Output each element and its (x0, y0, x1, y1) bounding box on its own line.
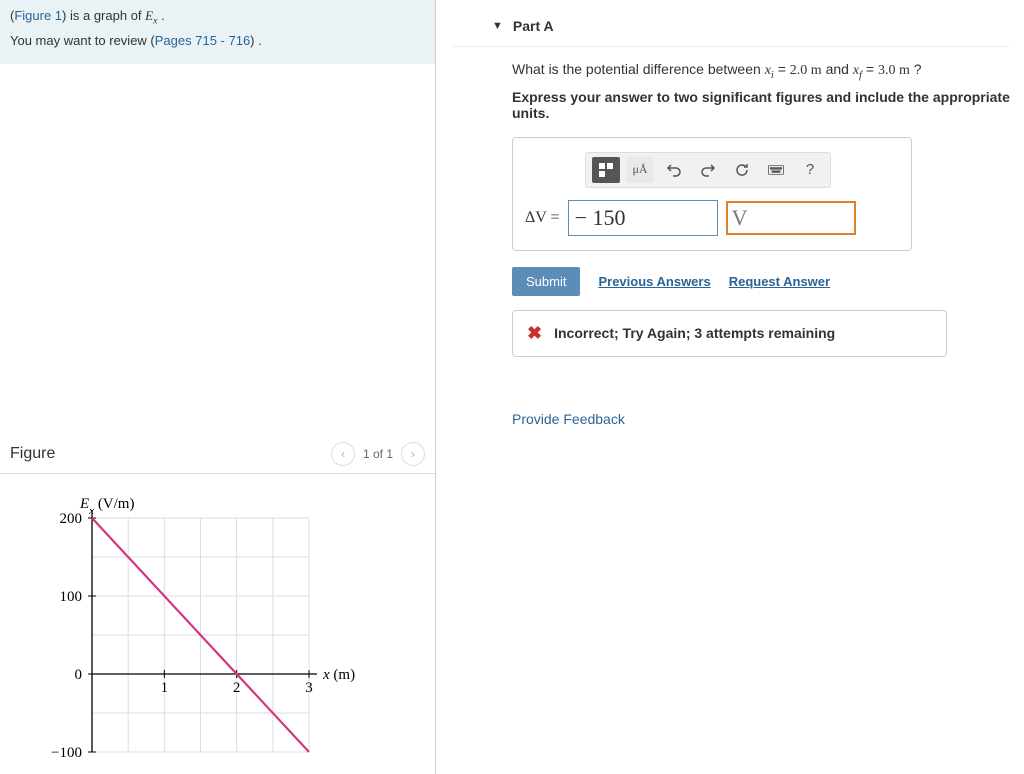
left-pane: (Figure 1) is a graph of Ex . You may wa… (0, 0, 436, 774)
previous-answers-link[interactable]: Previous Answers (598, 274, 710, 289)
incorrect-icon: ✖ (527, 323, 542, 344)
figure-nav: ‹ 1 of 1 › (331, 442, 425, 466)
right-pane: ▼ Part A What is the potential differenc… (438, 0, 1024, 774)
help-button[interactable]: ? (796, 157, 824, 183)
part-header[interactable]: ▼ Part A (452, 0, 1010, 47)
Ex-symbol: Ex (145, 8, 157, 23)
feedback-box: ✖ Incorrect; Try Again; 3 attempts remai… (512, 310, 947, 357)
intro-text: ) is a graph of (62, 8, 145, 23)
xf-symbol: xf (853, 63, 862, 78)
part-title: Part A (513, 18, 554, 34)
intro-box: (Figure 1) is a graph of Ex . You may wa… (0, 0, 435, 64)
submit-row: Submit Previous Answers Request Answer (512, 267, 1010, 296)
pages-link[interactable]: Pages 715 - 716 (155, 33, 250, 48)
answer-toolbar: μÅ ? (585, 152, 831, 188)
figure-header: Figure ‹ 1 of 1 › (0, 434, 435, 474)
svg-text:1: 1 (161, 680, 169, 696)
request-answer-link[interactable]: Request Answer (729, 274, 830, 289)
intro-line1: (Figure 1) is a graph of Ex . (10, 5, 425, 30)
figure-title: Figure (10, 445, 55, 463)
feedback-text: Incorrect; Try Again; 3 attempts remaini… (554, 325, 835, 341)
deltaV-label: ΔV = (525, 209, 560, 227)
intro-text3: ) . (250, 33, 262, 48)
figure-prev-button[interactable]: ‹ (331, 442, 355, 466)
svg-text:2: 2 (233, 680, 241, 696)
value-input[interactable]: − 150 (568, 200, 718, 236)
q-prefix: What is the potential difference between (512, 61, 765, 77)
part-body: What is the potential difference between… (452, 47, 1010, 427)
unit-placeholder: V (732, 205, 748, 231)
intro-line2: You may want to review (Pages 715 - 716)… (10, 30, 425, 52)
figure-link[interactable]: Figure 1 (14, 8, 62, 23)
svg-text:100: 100 (60, 589, 83, 605)
svg-text:x (m): x (m) (322, 667, 355, 683)
reset-icon[interactable] (728, 157, 756, 183)
submit-button[interactable]: Submit (512, 267, 580, 296)
provide-feedback-link[interactable]: Provide Feedback (512, 411, 1010, 427)
units-button[interactable]: μÅ (626, 157, 654, 183)
svg-text:0: 0 (75, 667, 83, 683)
question-text: What is the potential difference between… (512, 61, 1010, 81)
svg-text:3: 3 (305, 680, 313, 696)
answer-input-row: ΔV = − 150 V (525, 200, 899, 236)
q-suffix: ? (910, 61, 922, 77)
figure-nav-text: 1 of 1 (363, 447, 393, 461)
unit-input[interactable]: V (726, 201, 856, 235)
templates-icon[interactable] (592, 157, 620, 183)
caret-down-icon: ▼ (492, 20, 503, 32)
figure-next-button[interactable]: › (401, 442, 425, 466)
intro-text2: You may want to review ( (10, 33, 155, 48)
svg-text:200: 200 (60, 511, 83, 527)
xi-val: 2.0 m (790, 63, 822, 78)
xi-symbol: xi (765, 63, 774, 78)
svg-text:Ex (V/m): Ex (V/m) (79, 496, 134, 517)
keyboard-icon[interactable] (762, 157, 790, 183)
chart-svg: 1 2 3 −100 0 100 200Ex (V/m) x (m) (34, 492, 364, 772)
svg-text:−100: −100 (51, 745, 82, 761)
question-instruction: Express your answer to two significant f… (512, 89, 1010, 121)
redo-icon[interactable] (694, 157, 722, 183)
undo-icon[interactable] (660, 157, 688, 183)
figure-body: 1 2 3 −100 0 100 200Ex (V/m) x (m) (0, 474, 435, 774)
answer-box: μÅ ? ΔV = − 150 V (512, 137, 912, 251)
and-text: and (822, 61, 853, 77)
xf-val: 3.0 m (878, 63, 910, 78)
